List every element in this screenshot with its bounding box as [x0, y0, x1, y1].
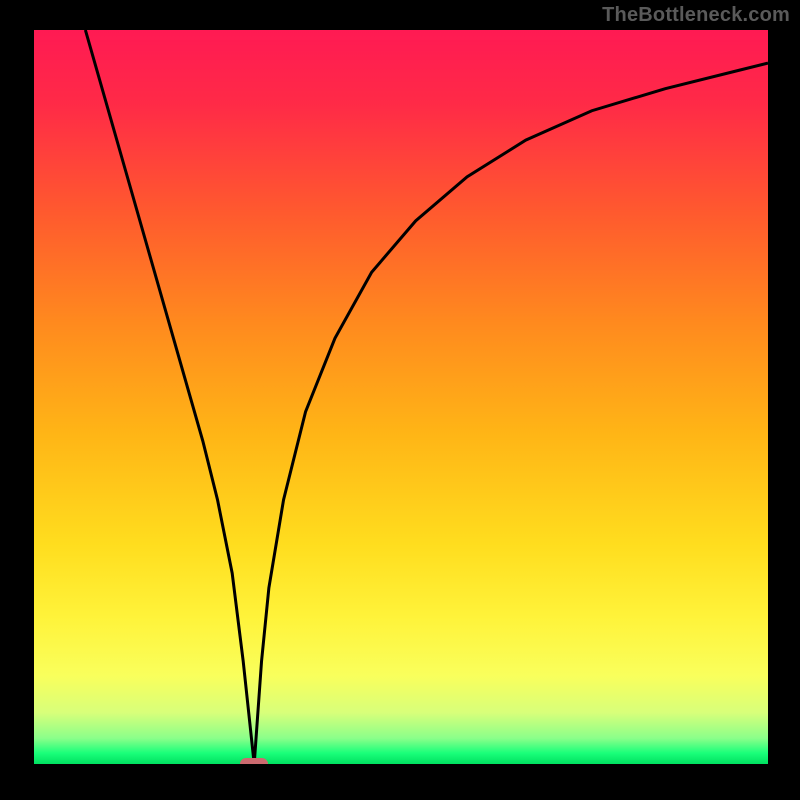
- plot-area: [34, 30, 768, 764]
- curve-layer: [34, 30, 768, 764]
- optimal-marker: [240, 758, 268, 764]
- chart-container: TheBottleneck.com: [0, 0, 800, 800]
- watermark-text: TheBottleneck.com: [602, 4, 790, 27]
- bottleneck-curve: [85, 30, 768, 764]
